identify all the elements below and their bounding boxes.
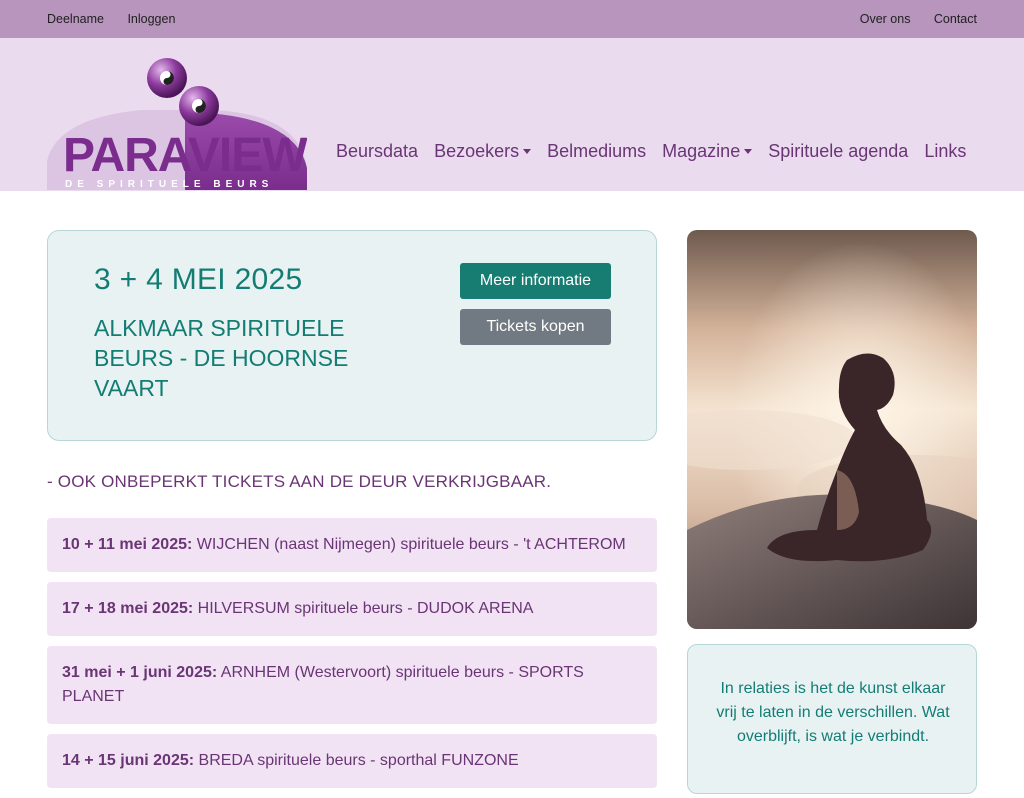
quote-card: In relaties is het de kunst elkaar vrij … <box>687 644 977 794</box>
more-info-button[interactable]: Meer informatie <box>460 263 611 299</box>
nav-bezoekers[interactable]: Bezoekers <box>434 141 532 162</box>
nav-beursdata-label: Beursdata <box>336 141 419 161</box>
nav-bezoekers-label: Bezoekers <box>434 141 520 161</box>
list-item[interactable]: 17 + 18 mei 2025: HILVERSUM spirituele b… <box>47 582 657 636</box>
tickets-notice: - OOK ONBEPERKT TICKETS AAN DE DEUR VERK… <box>47 472 552 491</box>
meditation-photo <box>687 230 977 629</box>
nav-belmediums-label: Belmediums <box>547 141 647 161</box>
featured-event-date: 3 + 4 MEI 2025 <box>94 263 303 296</box>
participation-link[interactable]: Deelname <box>47 12 104 26</box>
nav-links-label: Links <box>924 141 967 161</box>
caret-down-icon <box>523 149 532 154</box>
event-date: 17 + 18 mei 2025: <box>62 600 194 617</box>
featured-event-title: ALKMAAR SPIRITUELE BEURS - DE HOORNSE VA… <box>94 315 349 401</box>
event-date: 31 mei + 1 juni 2025: <box>62 664 218 681</box>
event-text: HILVERSUM spirituele beurs - DUDOK ARENA <box>193 600 534 617</box>
list-item[interactable]: 31 mei + 1 juni 2025: ARNHEM (Westervoor… <box>47 646 657 724</box>
site-header: PARAVIEW DE SPIRITUELE BEURS Beursdata B… <box>0 38 1024 191</box>
nav-spirituele-agenda[interactable]: Spirituele agenda <box>768 141 908 162</box>
main-nav: Beursdata Bezoekers Belmediums Magazine … <box>336 141 982 162</box>
login-link[interactable]: Inloggen <box>127 12 175 26</box>
top-bar-left: Deelname Inloggen <box>47 10 194 28</box>
contact-link[interactable]: Contact <box>934 12 977 26</box>
nav-links[interactable]: Links <box>924 141 966 162</box>
events-list: 10 + 11 mei 2025: WIJCHEN (naast Nijmege… <box>47 518 657 798</box>
event-date: 10 + 11 mei 2025: <box>62 536 193 553</box>
list-item[interactable]: 14 + 15 juni 2025: BREDA spirituele beur… <box>47 734 657 788</box>
featured-event-card: 3 + 4 MEI 2025 ALKMAAR SPIRITUELE BEURS … <box>47 230 657 441</box>
nav-magazine-label: Magazine <box>662 141 741 161</box>
event-date: 14 + 15 juni 2025: <box>62 752 195 769</box>
event-text: WIJCHEN (naast Nijmegen) spirituele beur… <box>192 536 626 553</box>
caret-down-icon <box>744 149 753 154</box>
top-bar: Deelname Inloggen Over ons Contact <box>0 0 1024 38</box>
logo-wordmark: PARAVIEW <box>63 129 307 182</box>
logo-tagline: DE SPIRITUELE BEURS <box>65 179 273 190</box>
list-item[interactable]: 10 + 11 mei 2025: WIJCHEN (naast Nijmege… <box>47 518 657 572</box>
event-text: BREDA spirituele beurs - sporthal FUNZON… <box>194 752 519 769</box>
buy-tickets-button[interactable]: Tickets kopen <box>460 309 611 345</box>
about-link[interactable]: Over ons <box>860 12 911 26</box>
top-bar-right: Over ons Contact <box>841 10 977 28</box>
nav-beursdata[interactable]: Beursdata <box>336 141 418 162</box>
quote-text: In relaties is het de kunst elkaar vrij … <box>716 680 950 745</box>
nav-belmediums[interactable]: Belmediums <box>547 141 646 162</box>
paraview-logo[interactable]: PARAVIEW DE SPIRITUELE BEURS <box>47 56 307 190</box>
nav-magazine[interactable]: Magazine <box>662 141 753 162</box>
nav-agenda-label: Spirituele agenda <box>768 141 909 161</box>
